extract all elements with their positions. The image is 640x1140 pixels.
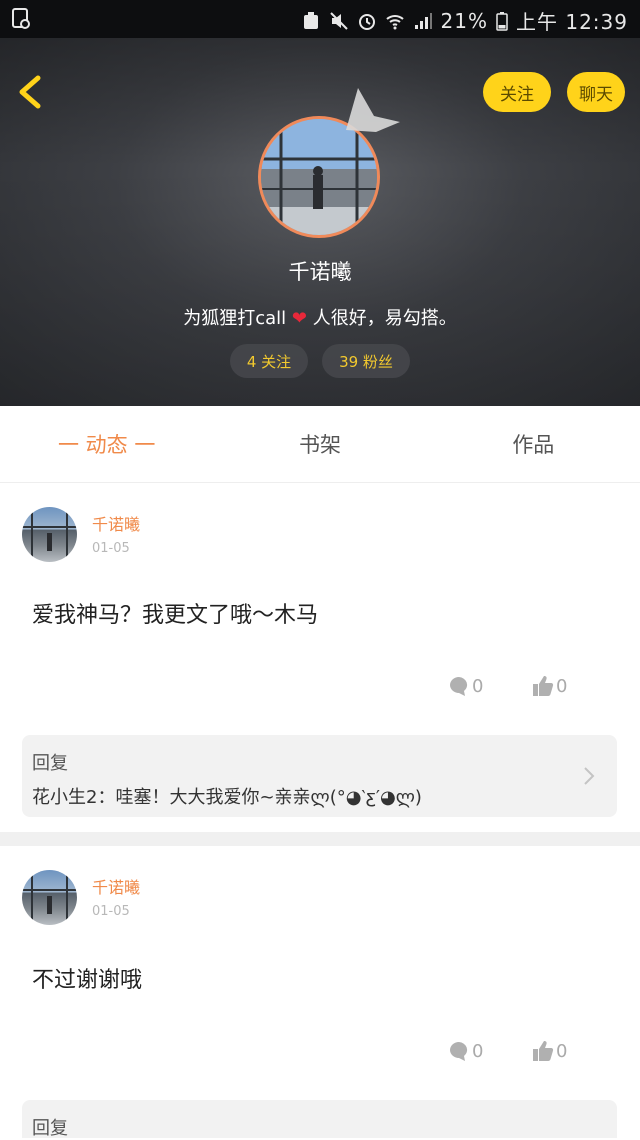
- clock: 上午 12:39: [516, 10, 628, 34]
- comment-icon: [450, 677, 468, 696]
- reply-title: 回复: [32, 753, 68, 774]
- back-arrow-icon[interactable]: [10, 70, 50, 114]
- tab-bookshelf[interactable]: 书架: [213, 406, 426, 482]
- like-count: 0: [556, 1040, 568, 1062]
- wifi-icon: [385, 14, 404, 29]
- comment-icon: [450, 1042, 468, 1061]
- signal-icon: [414, 12, 432, 29]
- avatar-image: [22, 507, 77, 562]
- comment-button[interactable]: 0: [448, 1040, 483, 1062]
- post-card: 千诺曦 01-05 爱我神马？我更文了哦～木马 0 0 回复 花小生2：哇塞！大…: [0, 483, 640, 832]
- tab-works[interactable]: 作品: [427, 406, 640, 482]
- alarm-clock-icon: [358, 13, 375, 30]
- like-button[interactable]: 0: [532, 675, 567, 697]
- heart-icon: ❤: [291, 308, 308, 329]
- like-button[interactable]: 0: [532, 1040, 567, 1062]
- post-date: 01-05: [92, 541, 130, 556]
- reply-content: 花小生2：哇塞！大大我爱你~亲亲ლ(°◕‵ƹ′◕ლ): [32, 787, 422, 808]
- alarm-icon: [303, 11, 318, 29]
- following-count[interactable]: 4 关注: [230, 344, 308, 378]
- tab-feed[interactable]: 一 动态 一: [0, 406, 213, 482]
- profile-bio: 为狐狸打call ❤ 人很好，易勾搭。: [0, 304, 640, 330]
- battery-percent: 21%: [440, 8, 488, 33]
- comment-count: 0: [472, 675, 484, 697]
- profile-tabs: 一 动态 一 书架 作品: [0, 406, 640, 483]
- avatar-image: [22, 870, 77, 925]
- post-content: 爱我神马？我更文了哦～木马: [32, 603, 319, 628]
- profile-header: 关注 聊天 千诺曦 为狐狸打call ❤ 人很好，易勾搭。 4 关注 39 粉丝: [0, 38, 640, 406]
- profile-name: 千诺曦: [288, 260, 352, 284]
- reply-preview[interactable]: 回复: [22, 1100, 617, 1139]
- post-card: 千诺曦 01-05 不过谢谢哦 0 0 回复: [0, 846, 640, 1139]
- post-avatar[interactable]: [22, 870, 77, 925]
- post-divider: [0, 832, 640, 846]
- comment-button[interactable]: 0: [448, 675, 483, 697]
- follow-button[interactable]: 关注: [483, 72, 551, 112]
- crown-icon: [346, 88, 400, 132]
- post-date: 01-05: [92, 904, 130, 919]
- fans-count[interactable]: 39 粉丝: [322, 344, 410, 378]
- bio-text-end: 人很好，易勾搭。: [312, 308, 457, 329]
- thumbs-up-icon: [533, 1041, 554, 1061]
- status-bar: 21% 上午 12:39: [0, 0, 640, 38]
- reply-title: 回复: [32, 1118, 68, 1139]
- screen-record-icon: [12, 8, 30, 29]
- bio-text-start: 为狐狸打call: [183, 308, 287, 329]
- post-avatar[interactable]: [22, 507, 77, 562]
- post-author[interactable]: 千诺曦: [92, 511, 140, 535]
- thumbs-up-icon: [533, 676, 554, 696]
- comment-count: 0: [472, 1040, 484, 1062]
- chat-button[interactable]: 聊天: [567, 72, 625, 112]
- post-author[interactable]: 千诺曦: [92, 874, 140, 898]
- chevron-right-icon: [584, 767, 595, 785]
- mute-icon: [329, 11, 348, 30]
- battery-icon: [496, 11, 508, 31]
- post-content: 不过谢谢哦: [32, 968, 143, 993]
- reply-preview[interactable]: 回复 花小生2：哇塞！大大我爱你~亲亲ლ(°◕‵ƹ′◕ლ): [22, 735, 617, 817]
- like-count: 0: [556, 675, 568, 697]
